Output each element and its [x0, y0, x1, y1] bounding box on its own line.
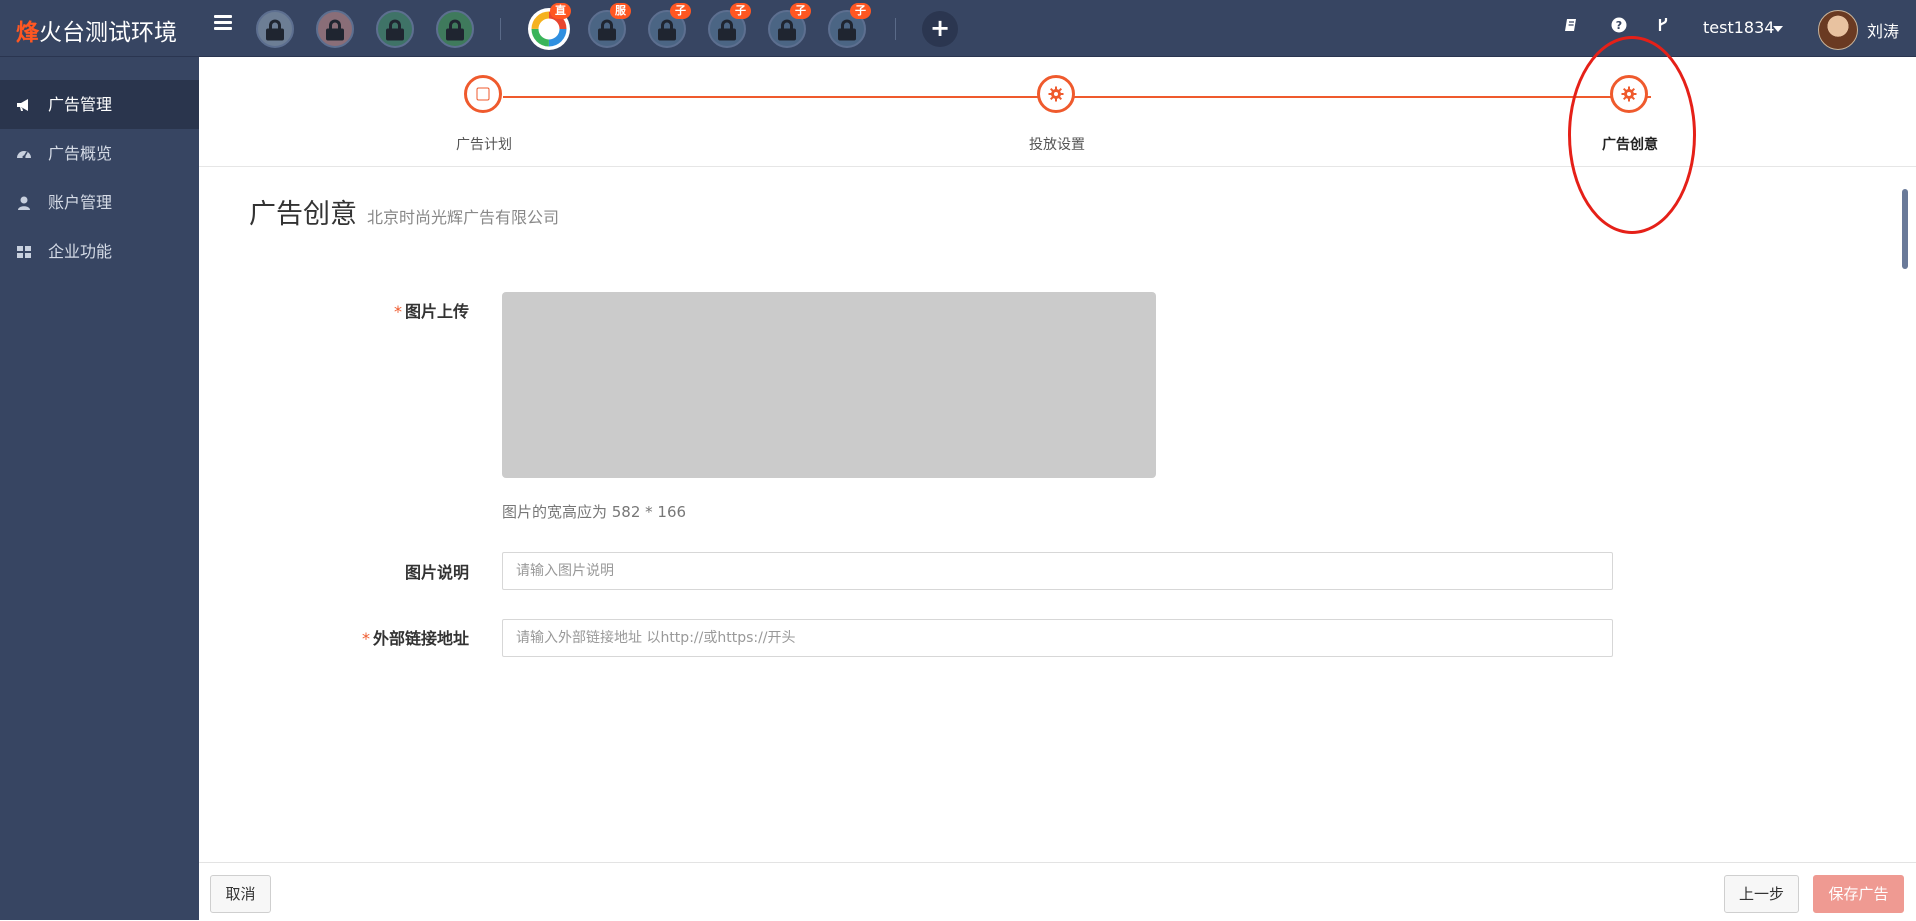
account-switch-10[interactable]: 子 — [828, 0, 871, 56]
lock-icon — [376, 10, 414, 48]
book-icon[interactable] — [1564, 17, 1580, 37]
account-switch-7[interactable]: 子 — [648, 0, 691, 56]
brand-title[interactable]: 烽火台测试环境 — [16, 13, 177, 47]
sidebar: 广告管理 广告概览 账户管理 企业功能 — [0, 57, 199, 920]
external-link-input[interactable] — [502, 619, 1613, 657]
scrollbar-thumb[interactable] — [1902, 189, 1908, 269]
user-real-name[interactable]: 刘涛 — [1867, 18, 1899, 42]
brand-name: 火台测试环境 — [39, 20, 177, 46]
cancel-button[interactable]: 取消 — [210, 875, 271, 913]
avatar[interactable] — [1818, 10, 1858, 50]
save-ad-button[interactable]: 保存广告 — [1813, 875, 1904, 913]
sidebar-item-label: 广告管理 — [48, 95, 113, 114]
previous-step-button[interactable]: 上一步 — [1724, 875, 1799, 913]
image-upload-label: * 图片上传 — [269, 298, 469, 322]
megaphone-icon — [17, 99, 28, 111]
page-title: 广告创意 — [249, 199, 357, 230]
account-switch-2[interactable] — [316, 0, 356, 56]
required-mark: * — [361, 629, 370, 648]
page-subtitle: 北京时尚光辉广告有限公司 — [367, 208, 560, 227]
highlight-annotation — [1568, 36, 1696, 234]
lock-icon — [316, 10, 354, 48]
add-account-button[interactable]: + — [922, 11, 958, 47]
image-desc-label: 图片说明 — [404, 563, 469, 582]
divider — [500, 18, 501, 40]
step-connector — [503, 96, 1651, 98]
external-link-label: * 外部链接地址 — [269, 625, 469, 649]
account-badge: 子 — [790, 3, 811, 19]
account-badge: 直 — [550, 3, 571, 19]
account-switch-active[interactable]: 直 — [528, 0, 571, 56]
sidebar-item-enterprise[interactable]: 企业功能 — [0, 227, 199, 276]
step-1-label: 广告计划 — [456, 137, 512, 153]
image-upload-label-text: 图片上传 — [404, 302, 469, 321]
sidebar-item-label: 企业功能 — [48, 242, 113, 261]
account-switch-8[interactable]: 子 — [708, 0, 751, 56]
gear-icon — [1048, 86, 1064, 102]
account-switch-9[interactable]: 子 — [768, 0, 811, 56]
step-2-marker[interactable] — [1037, 75, 1075, 113]
user-icon — [18, 196, 30, 210]
account-switch-4[interactable] — [436, 0, 476, 56]
account-badge: 子 — [850, 3, 871, 19]
username-dropdown[interactable]: test1834 — [1703, 18, 1774, 37]
main-content: 广告计划 投放设置 广告创意 广告创意 北京时尚光辉广告有限公司 * 图片上传 图… — [199, 36, 1916, 921]
dashboard-icon — [17, 151, 31, 159]
step-1-marker[interactable] — [464, 75, 502, 113]
sidebar-item-account-management[interactable]: 账户管理 — [0, 178, 199, 227]
branch-icon[interactable] — [1656, 17, 1670, 37]
menu-toggle-icon[interactable] — [214, 15, 232, 31]
sidebar-item-label: 账户管理 — [48, 193, 113, 212]
account-badge: 子 — [670, 3, 691, 19]
account-switch-3[interactable] — [376, 0, 416, 56]
sidebar-item-ad-management[interactable]: 广告管理 — [0, 80, 199, 129]
image-size-hint: 图片的宽高应为 582 * 166 — [502, 503, 687, 521]
square-icon — [476, 87, 490, 101]
svg-text:?: ? — [1616, 19, 1622, 32]
lock-icon — [256, 10, 294, 48]
form-footer: 取消 上一步 保存广告 — [199, 862, 1916, 921]
divider — [895, 18, 896, 40]
chevron-down-icon[interactable] — [1773, 26, 1783, 32]
account-switch-1[interactable] — [256, 0, 296, 56]
image-desc-input[interactable] — [502, 552, 1613, 590]
account-badge: 子 — [730, 3, 751, 19]
lock-icon — [436, 10, 474, 48]
sidebar-item-ad-overview[interactable]: 广告概览 — [0, 129, 199, 178]
step-2-label: 投放设置 — [1029, 137, 1085, 153]
account-switch-6[interactable]: 服 — [588, 0, 631, 56]
grid-icon — [17, 246, 31, 258]
help-icon[interactable]: ? — [1611, 17, 1627, 37]
required-mark: * — [393, 302, 402, 321]
brand-accent: 烽 — [16, 20, 39, 46]
account-badge: 服 — [610, 3, 631, 19]
external-link-label-text: 外部链接地址 — [372, 629, 469, 648]
sidebar-item-label: 广告概览 — [48, 144, 113, 163]
image-upload-dropzone[interactable] — [502, 292, 1156, 478]
